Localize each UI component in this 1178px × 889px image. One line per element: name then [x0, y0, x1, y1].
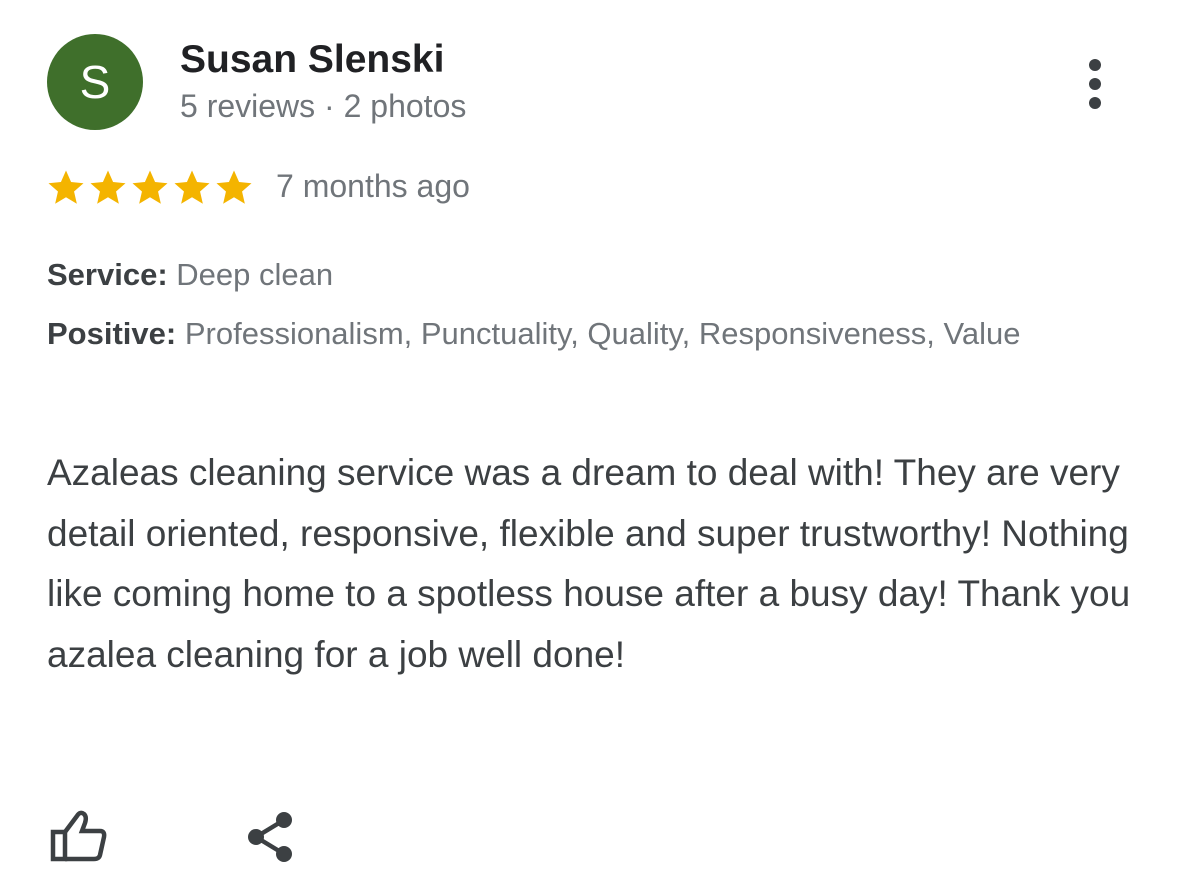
avatar[interactable]: S	[47, 34, 143, 130]
positive-attribute: Positive: Professionalism, Punctuality, …	[47, 310, 1137, 358]
star-icon	[48, 170, 84, 204]
star-rating	[45, 166, 255, 210]
review-time: 7 months ago	[276, 168, 470, 204]
more-options-button[interactable]	[1074, 52, 1116, 116]
avatar-letter: S	[79, 56, 111, 108]
share-button[interactable]	[242, 808, 298, 866]
thumb-up-icon	[50, 810, 107, 862]
service-label: Service:	[47, 257, 168, 292]
review-text: Azaleas cleaning service was a dream to …	[47, 452, 1131, 675]
like-button[interactable]	[46, 808, 110, 864]
star-icon	[216, 170, 252, 204]
more-vert-icon	[1089, 59, 1101, 109]
positive-label: Positive:	[47, 316, 177, 351]
reviewer-name[interactable]: Susan Slenski	[180, 38, 444, 82]
star-icon	[90, 170, 126, 204]
service-attribute: Service: Deep clean	[47, 251, 1137, 299]
positive-value: Professionalism, Punctuality, Quality, R…	[184, 316, 1021, 351]
star-icon	[132, 170, 168, 204]
share-icon	[248, 812, 292, 862]
service-value: Deep clean	[176, 257, 334, 292]
reviewer-meta: 5 reviews · 2 photos	[180, 88, 467, 124]
star-icon	[174, 170, 210, 204]
